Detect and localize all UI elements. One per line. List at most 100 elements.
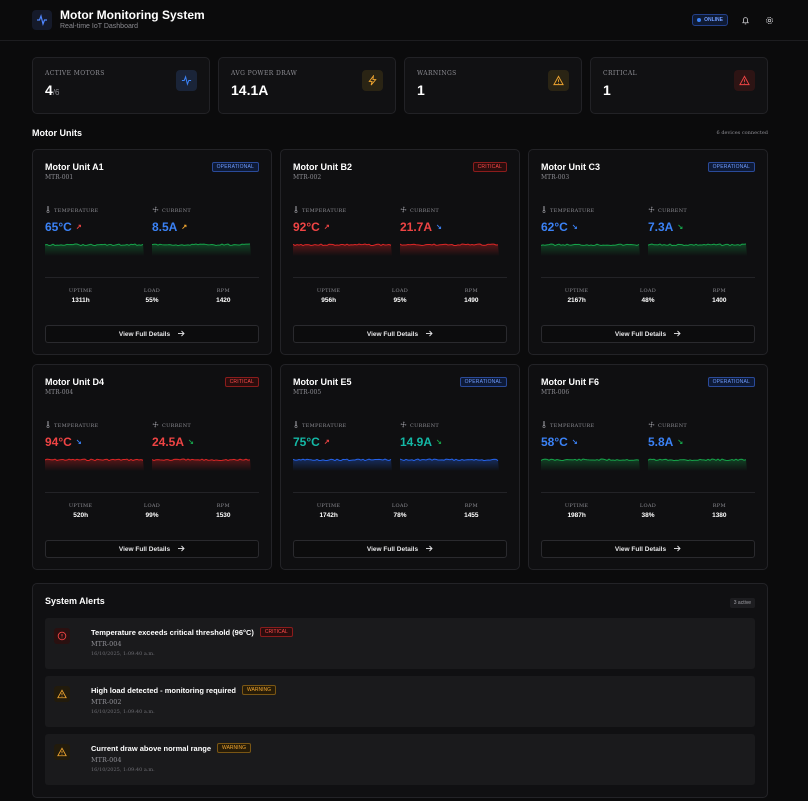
alert-level-badge: CRITICAL <box>259 627 293 637</box>
fan-icon <box>400 421 407 430</box>
critical-circle-icon <box>54 628 70 644</box>
temperature-label-text: TEMPERATURE <box>302 422 347 429</box>
current-metric: CURRENT 21.7A ↘ <box>400 206 507 256</box>
alert-item[interactable]: High load detected - monitoring required… <box>45 676 755 727</box>
view-details-button[interactable]: View Full Details <box>293 325 507 343</box>
arrow-right-icon <box>177 330 185 339</box>
temperature-reading: 58°C <box>541 435 568 449</box>
temperature-reading: 65°C <box>45 220 72 234</box>
motor-metrics: TEMPERATURE 75°C ↗ CURRENT 14.9A ↘ <box>293 421 507 471</box>
temperature-reading: 75°C <box>293 435 320 449</box>
current-label-text: CURRENT <box>162 422 192 429</box>
temperature-label-text: TEMPERATURE <box>550 422 595 429</box>
temperature-metric: TEMPERATURE 58°C ↘ <box>541 421 648 471</box>
view-details-button[interactable]: View Full Details <box>541 325 755 343</box>
trend-icon: ↘ <box>436 224 442 231</box>
uptime-stat: UPTIME 1311h <box>45 288 116 304</box>
current-value: 7.3A ↘ <box>648 220 755 234</box>
current-metric: CURRENT 14.9A ↘ <box>400 421 507 471</box>
load-stat: LOAD 95% <box>364 288 435 304</box>
temperature-label: TEMPERATURE <box>45 421 152 430</box>
rpm-label: RPM <box>216 288 230 294</box>
motor-status-badge: CRITICAL <box>472 162 507 172</box>
motor-card: Motor Unit E5 MTR-005 OPERATIONAL TEMPERATU… <box>280 364 520 570</box>
fan-icon <box>648 206 655 215</box>
view-details-button[interactable]: View Full Details <box>541 540 755 558</box>
motor-metrics: TEMPERATURE 92°C ↗ CURRENT 21.7A ↘ <box>293 206 507 256</box>
alert-item[interactable]: Temperature exceeds critical threshold (… <box>45 618 755 669</box>
current-label: CURRENT <box>152 421 259 430</box>
alert-message-text: Temperature exceeds critical threshold (… <box>91 627 254 637</box>
current-label: CURRENT <box>648 421 755 430</box>
activity-logo-icon <box>32 10 52 30</box>
alert-message-text: High load detected - monitoring required <box>91 685 237 695</box>
bell-icon[interactable] <box>738 13 752 27</box>
motor-id: MTR-002 <box>293 174 322 181</box>
stat-card: ACTIVE MOTORS 4/6 <box>32 57 210 114</box>
current-reading: 14.9A <box>400 435 433 449</box>
motor-status-badge: OPERATIONAL <box>459 377 507 387</box>
stat-value: 14.1A <box>231 82 383 98</box>
app-subtitle: Real-time IoT Dashboard <box>60 23 139 30</box>
uptime-value: 520h <box>73 512 89 519</box>
view-details-button[interactable]: View Full Details <box>45 325 259 343</box>
trend-icon: ↘ <box>188 439 194 446</box>
trend-icon: ↘ <box>571 224 578 231</box>
system-alerts-panel: System Alerts 3 active Temperature excee… <box>32 583 768 798</box>
stat-label: ACTIVE MOTORS <box>45 70 105 77</box>
uptime-stat: UPTIME 956h <box>293 288 364 304</box>
view-details-label: View Full Details <box>366 545 419 553</box>
current-label-text: CURRENT <box>410 207 440 214</box>
trend-icon: ↘ <box>571 439 578 446</box>
temperature-reading: 62°C <box>541 220 568 234</box>
uptime-label: UPTIME <box>68 288 93 294</box>
uptime-stat: UPTIME 2167h <box>541 288 612 304</box>
temperature-metric: TEMPERATURE 65°C ↗ <box>45 206 152 256</box>
trend-icon: ↗ <box>323 439 330 446</box>
alert-device-id: MTR-004 <box>91 756 122 764</box>
uptime-value: 1742h <box>319 512 338 519</box>
current-metric: CURRENT 8.5A ↗ <box>152 206 259 256</box>
rpm-value: 1455 <box>464 512 479 519</box>
alert-message: High load detected - monitoring required… <box>91 685 745 695</box>
status-badge: ONLINE <box>692 14 728 26</box>
rpm-label: RPM <box>712 288 726 294</box>
motor-id: MTR-003 <box>541 174 570 181</box>
motor-id: MTR-004 <box>45 389 74 396</box>
current-label-text: CURRENT <box>658 422 688 429</box>
stat-value-number: 4 <box>45 82 53 98</box>
lightning-icon <box>362 70 383 91</box>
stat-card: AVG POWER DRAW 14.1A <box>218 57 396 114</box>
temperature-label-text: TEMPERATURE <box>54 207 99 214</box>
motor-status-badge: OPERATIONAL <box>707 162 755 172</box>
arrow-right-icon <box>425 330 433 339</box>
current-sparkline <box>648 240 755 256</box>
current-value: 24.5A ↘ <box>152 435 259 449</box>
load-value: 38% <box>641 512 655 519</box>
thermometer-icon <box>45 421 51 430</box>
current-metric: CURRENT 24.5A ↘ <box>152 421 259 471</box>
temperature-label: TEMPERATURE <box>293 421 400 430</box>
current-reading: 5.8A <box>648 435 674 449</box>
load-stat: LOAD 78% <box>364 503 435 519</box>
current-sparkline <box>648 455 755 471</box>
view-details-button[interactable]: View Full Details <box>45 540 259 558</box>
current-label: CURRENT <box>152 206 259 215</box>
motor-card: Motor Unit C3 MTR-003 OPERATIONAL TEMPERATU… <box>528 149 768 355</box>
current-value: 5.8A ↘ <box>648 435 755 449</box>
temperature-label-text: TEMPERATURE <box>54 422 99 429</box>
motor-kpis: UPTIME 1311h LOAD 55% RPM 1420 <box>45 288 259 304</box>
temperature-sparkline <box>541 240 648 256</box>
temperature-value: 94°C ↘ <box>45 435 152 449</box>
settings-gear-icon[interactable] <box>762 13 776 27</box>
rpm-value: 1530 <box>216 512 231 519</box>
warning-triangle-icon <box>54 744 70 760</box>
temperature-sparkline <box>45 455 152 471</box>
card-divider <box>293 492 507 493</box>
view-details-button[interactable]: View Full Details <box>293 540 507 558</box>
alert-item[interactable]: Current draw above normal range WARNING MT… <box>45 734 755 785</box>
stat-label: WARNINGS <box>417 70 457 77</box>
current-sparkline <box>400 455 507 471</box>
rpm-value: 1400 <box>712 297 727 304</box>
stat-value-suffix: /6 <box>52 88 60 97</box>
